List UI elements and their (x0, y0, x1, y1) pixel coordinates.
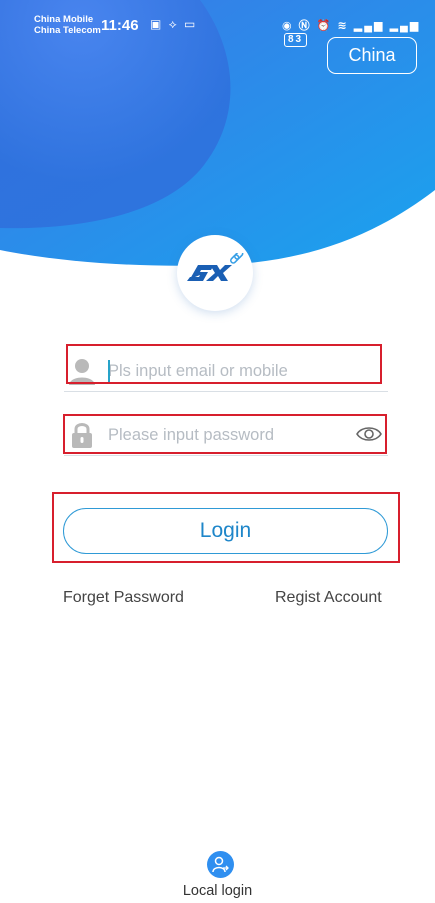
sx-link-logo-icon (187, 253, 244, 281)
alarm-icon: ⏰ (316, 20, 333, 32)
text-cursor (108, 360, 110, 382)
user-switch-icon (212, 856, 229, 873)
eye-comfort-icon: ◉ (282, 20, 294, 32)
link-notification-icon: ⟡ (168, 17, 179, 31)
email-input[interactable] (108, 356, 348, 386)
wifi-icon: ≋ (337, 20, 349, 32)
battery-icon: 83 (284, 33, 308, 47)
password-field (64, 414, 388, 456)
carrier-1: China Mobile (34, 14, 94, 25)
email-field (64, 350, 388, 392)
forget-password-link[interactable]: Forget Password (63, 589, 184, 607)
user-icon (69, 359, 95, 385)
signal-2-icon: ▂▄▆ (389, 20, 421, 32)
regist-account-link[interactable]: Regist Account (275, 589, 382, 607)
carrier-2: China Telecom (34, 25, 101, 36)
status-time: 11:46 (101, 17, 139, 34)
app-logo (177, 235, 253, 311)
carrier-labels: China Mobile China Telecom (34, 14, 101, 36)
signal-1-icon: ▂▄▆ (353, 20, 385, 32)
window-notification-icon: ▭ (183, 17, 198, 31)
app-notification-icon: ▣ (150, 17, 164, 31)
show-password-eye-icon[interactable] (356, 423, 382, 445)
password-input[interactable] (108, 420, 348, 450)
lock-icon (72, 423, 92, 448)
local-login-label[interactable]: Local login (0, 883, 435, 899)
local-login-button[interactable] (207, 851, 234, 878)
notification-icons: ▣ ⟡ ▭ (150, 17, 197, 32)
nfc-icon: Ⓝ (298, 20, 312, 32)
login-button[interactable]: Login (63, 508, 388, 554)
region-select-button[interactable]: China (327, 37, 417, 74)
